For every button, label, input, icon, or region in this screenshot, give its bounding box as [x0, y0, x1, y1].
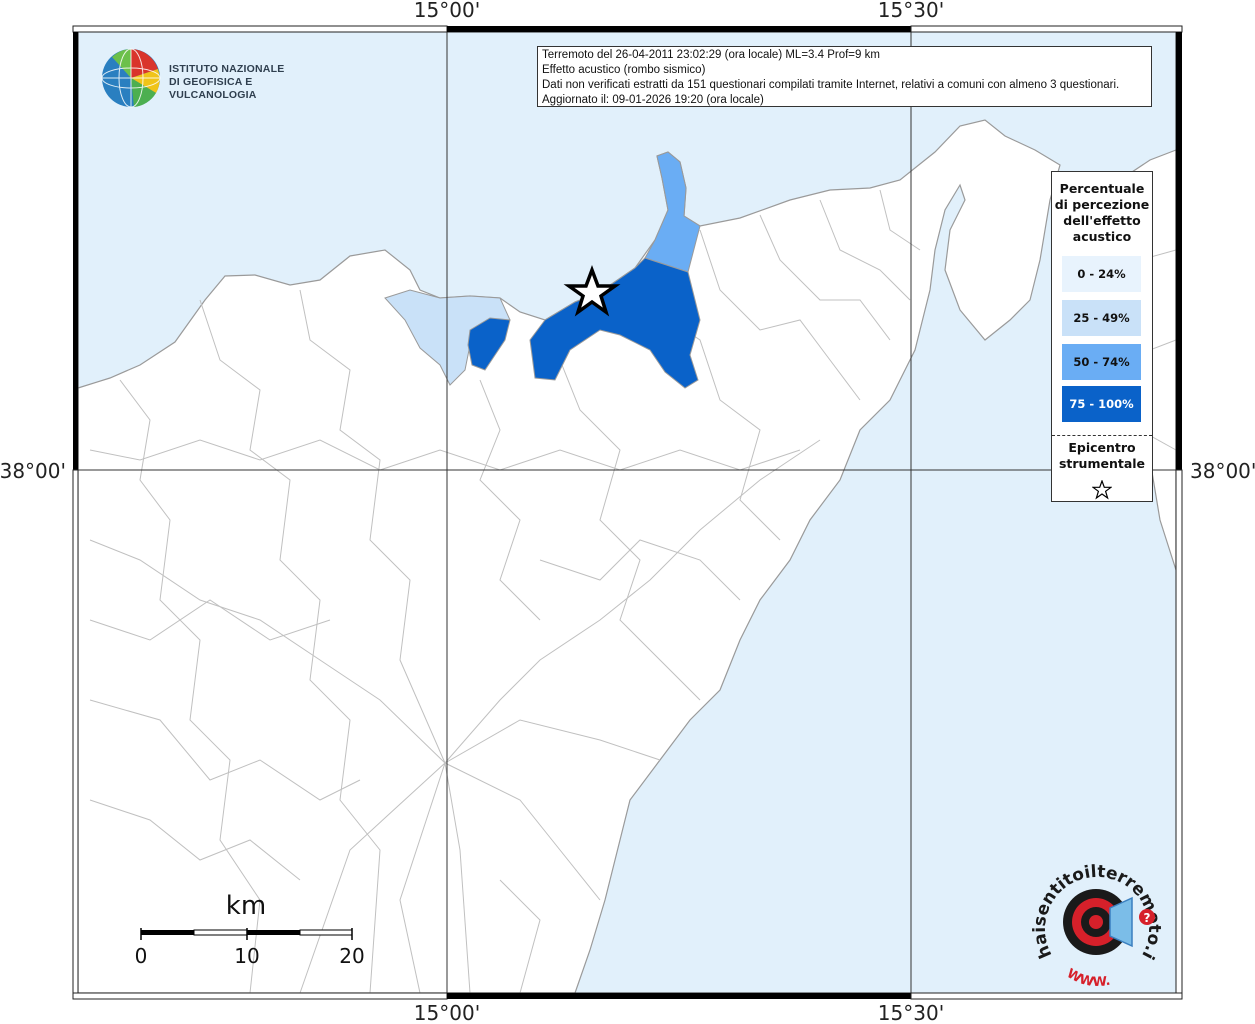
ingv-name: ISTITUTO NAZIONALE DI GEOFISICA E VULCAN… — [169, 63, 320, 102]
legend-title-line-4: acustico — [1072, 229, 1132, 244]
coord-left-lat: 38°00' — [0, 459, 66, 483]
haisentito-logo: haisentitoilterremoto.it WWW. ? — [1026, 845, 1165, 995]
haisentito-www: WWW. — [1064, 966, 1112, 990]
legend-title-line-2: di percezione — [1054, 197, 1150, 212]
ingv-name-line2: DI GEOFISICA E VULCANOLOGIA — [169, 76, 257, 101]
legend-title-line-3: dell'effetto — [1063, 213, 1141, 228]
legend-class-25-49: 25 - 49% — [1062, 300, 1141, 336]
ingv-logo: ISTITUTO NAZIONALE DI GEOFISICA E VULCAN… — [100, 47, 320, 109]
legend-title: Percentuale di percezione dell'effetto a… — [1052, 181, 1152, 245]
info-line-3: Dati non verificati estratti da 151 ques… — [542, 79, 1120, 91]
scale-tick-0: 0 — [135, 944, 148, 968]
info-line-1: Terremoto del 26-04-2011 23:02:29 (ora l… — [542, 49, 880, 61]
coord-top-left: 15°00' — [414, 0, 480, 22]
legend-title-line-1: Percentuale — [1059, 181, 1145, 196]
scale-unit: km — [226, 891, 266, 921]
haisentito-emblem: haisentitoilterremoto.it WWW. ? — [1026, 845, 1164, 990]
legend-epicenter-label: Epicentro strumentale — [1052, 440, 1152, 472]
coord-top-right: 15°30' — [878, 0, 944, 22]
legend-separator — [1052, 435, 1152, 436]
legend-epicenter-line-1: Epicentro — [1068, 440, 1136, 455]
coord-right-lat: 38°00' — [1190, 459, 1255, 483]
scale-tick-20: 20 — [339, 944, 364, 968]
legend-class-0-24: 0 - 24% — [1062, 256, 1141, 292]
ingv-name-line1: ISTITUTO NAZIONALE — [169, 63, 285, 75]
earthquake-info-box: Terremoto del 26-04-2011 23:02:29 (ora l… — [537, 46, 1152, 107]
scale-tick-10: 10 — [234, 944, 259, 968]
globe-icon — [101, 48, 161, 108]
legend-class-50-74: 50 - 74% — [1062, 344, 1141, 380]
question-icon: ? — [1144, 911, 1151, 925]
legend-class-75-100: 75 - 100% — [1062, 386, 1141, 422]
coord-bottom-left: 15°00' — [414, 1001, 480, 1024]
star-outline-icon — [1092, 480, 1112, 500]
coord-bottom-right: 15°30' — [878, 1001, 944, 1024]
info-line-4: Aggiornato il: 09-01-2026 19:20 (ora loc… — [542, 94, 764, 106]
legend: Percentuale di percezione dell'effetto a… — [1051, 171, 1153, 502]
info-line-2: Effetto acustico (rombo sismico) — [542, 64, 706, 76]
legend-epicenter-line-2: strumentale — [1058, 456, 1146, 471]
